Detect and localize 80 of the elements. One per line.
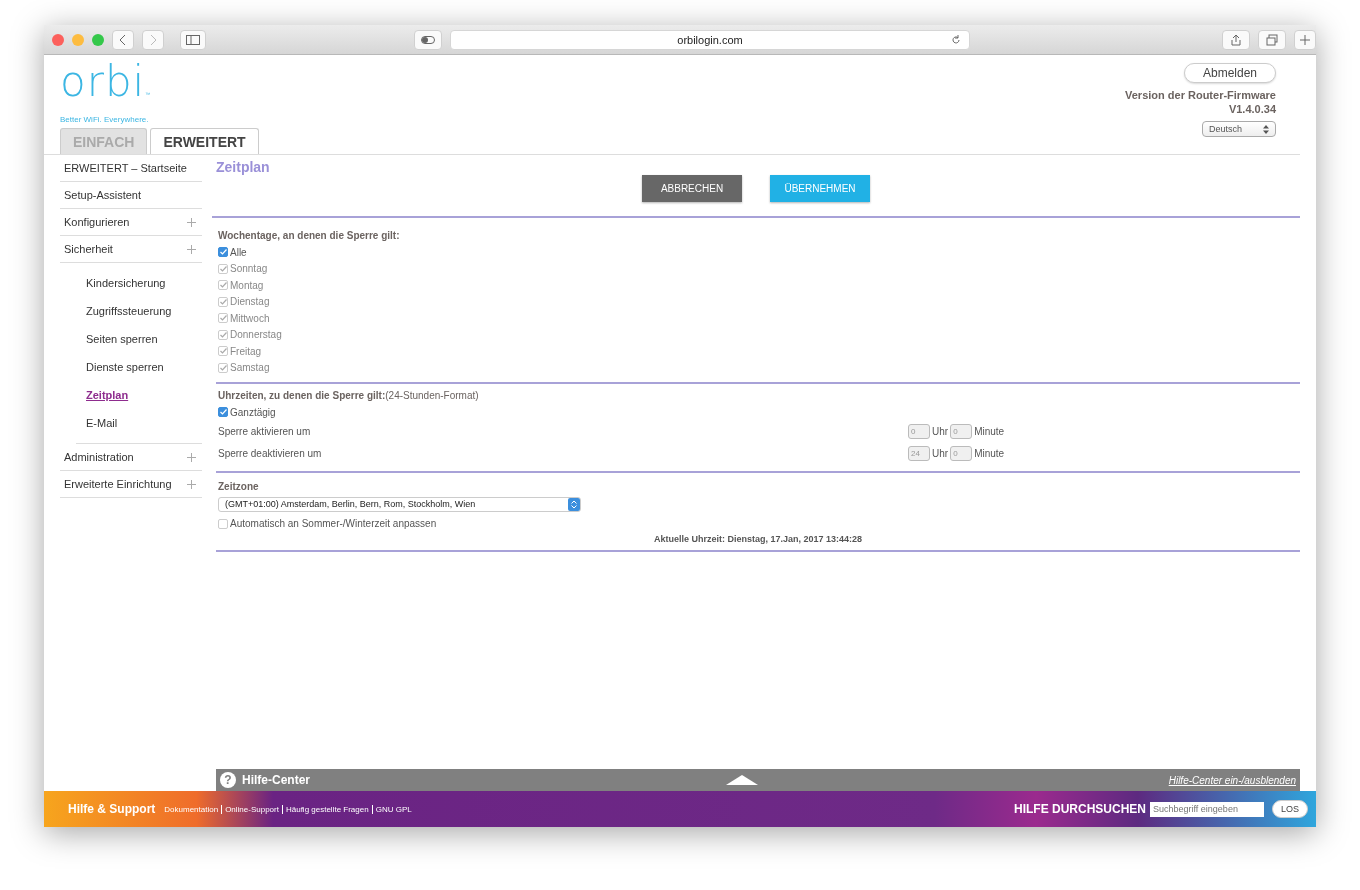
share-icon (1231, 33, 1241, 46)
share-button[interactable] (1222, 29, 1250, 50)
current-time: Aktuelle Uhrzeit: Dienstag, 17.Jan, 2017 13:44:28 (652, 534, 864, 544)
section-heading: Wochentage, an denen die Sperre gilt: (218, 230, 401, 241)
footer-link[interactable]: GNU GPL (371, 804, 415, 814)
help-icon: ? (220, 772, 236, 788)
checkbox-label: Alle (230, 246, 247, 258)
logout-button[interactable]: Abmelden (1183, 63, 1276, 83)
checkbox-label: Samstag (230, 362, 270, 374)
unit-label: Uhr (932, 448, 949, 459)
plus-icon[interactable] (187, 452, 196, 462)
select-arrows-icon (568, 497, 580, 511)
forward-button[interactable] (142, 29, 164, 50)
zoom-icon[interactable] (92, 33, 104, 46)
sidebar-button[interactable] (180, 29, 206, 50)
section-heading: Uhrzeiten, zu denen die Sperre gilt:(24-Stunden-Format) (218, 390, 480, 401)
sidebar-item[interactable]: Konfigurieren (60, 209, 202, 236)
unit-label: Uhr (932, 426, 949, 437)
footer-link[interactable]: Häufig gestellte Fragen (281, 804, 372, 814)
back-button[interactable] (112, 29, 134, 50)
reload-icon[interactable] (951, 34, 961, 45)
sidebar-item[interactable]: Sicherheit (60, 236, 202, 263)
section-heading: Zeitzone (218, 480, 260, 492)
select-arrows-icon (1263, 124, 1269, 134)
sidebar-subitem[interactable]: E-Mail (76, 409, 202, 437)
checkbox-label: Freitag (230, 345, 262, 357)
sidebar-item[interactable]: Erweiterte Einrichtung (60, 471, 202, 498)
search-button[interactable]: LOS (1272, 800, 1308, 818)
sidebar-item[interactable]: Administration (60, 444, 202, 471)
plus-icon[interactable] (187, 244, 196, 254)
new-tab-button[interactable] (1294, 29, 1316, 50)
checkbox-label: Montag (230, 279, 264, 291)
plus-icon (1300, 34, 1310, 45)
search-field[interactable]: Suchbegriff eingeben (1150, 801, 1264, 817)
minimize-icon[interactable] (72, 33, 84, 46)
sidebar-subitem[interactable]: Seiten sperren (76, 325, 202, 353)
checkbox[interactable] (218, 247, 228, 258)
sidebar-subitem[interactable]: Zeitplan (76, 381, 202, 409)
footer-link[interactable]: Online-Support (221, 804, 282, 814)
language-select[interactable]: Deutsch (1202, 121, 1276, 137)
checkbox[interactable] (218, 407, 228, 418)
firmware-label: Version der Router-Firmware (1125, 89, 1276, 101)
tagline: Better WiFi. Everywhere. (60, 115, 150, 124)
tabs-icon (1266, 33, 1278, 46)
collapse-arrow-icon[interactable] (726, 775, 758, 785)
plus-icon[interactable] (187, 479, 196, 489)
field-label: Sperre deaktivieren um (218, 448, 323, 459)
unit-label: Minute (974, 426, 1005, 437)
help-toggle-link[interactable]: Hilfe-Center ein-/ausblenden (1168, 774, 1296, 786)
chevron-right-icon (149, 33, 157, 46)
unit-label: Minute (974, 448, 1005, 459)
sidebar-subitem[interactable]: Kindersicherung (76, 269, 202, 297)
toggle-icon (421, 35, 435, 44)
plus-icon[interactable] (187, 217, 196, 227)
address-bar[interactable]: orbilogin.com (450, 29, 970, 50)
checkbox-label: Mittwoch (230, 312, 270, 324)
sidebar-item[interactable]: ERWEITERT – Startseite (60, 155, 202, 182)
cancel-button[interactable]: ABBRECHEN (642, 175, 742, 202)
page-title: Zeitplan (216, 158, 271, 175)
field-label: Sperre aktivieren um (218, 426, 312, 437)
search-label: HILFE DURCHSUCHEN (1014, 802, 1146, 816)
checkbox-label: Sonntag (230, 263, 268, 275)
timezone-select[interactable]: (GMT+01:00) Amsterdam, Berlin, Bern, Rom, Stockholm, Wien (218, 496, 581, 512)
sidebar-subitem[interactable]: Zugriffssteuerung (76, 297, 202, 325)
chevron-left-icon (119, 33, 127, 46)
close-icon[interactable] (52, 33, 64, 46)
checkbox-label: Donnerstag (230, 329, 282, 341)
sidebar-subitem[interactable]: Dienste sperren (76, 353, 202, 381)
footer-title: Hilfe & Support (68, 802, 156, 816)
tabs-button[interactable] (1258, 29, 1286, 50)
checkbox-label: Dienstag (230, 296, 270, 308)
checkbox[interactable] (218, 518, 228, 529)
help-title: Hilfe-Center (242, 773, 310, 787)
reader-toggle-button[interactable] (414, 29, 442, 50)
checkbox-label: Automatisch an Sommer-/Winterzeit anpassen (230, 518, 437, 530)
firmware-version: V1.4.0.34 (1228, 103, 1276, 115)
sidebar-item[interactable]: Setup-Assistent (60, 182, 202, 209)
sidebar-icon (186, 34, 200, 45)
tab[interactable]: ERWEITERT (150, 128, 259, 154)
checkbox-label: Ganztägig (230, 406, 276, 418)
